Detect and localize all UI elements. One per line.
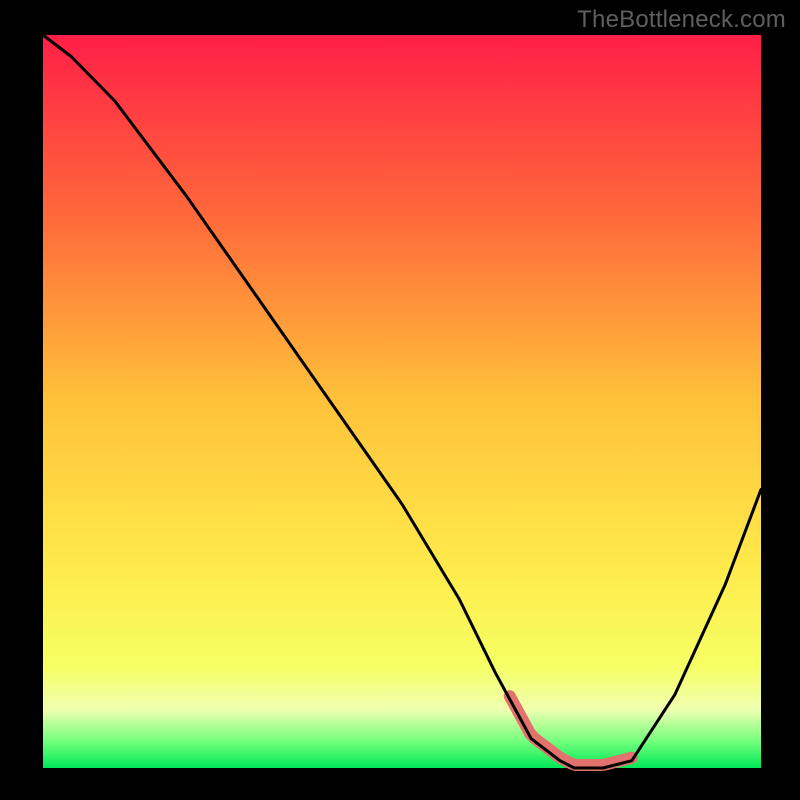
- bottleneck-chart: [0, 0, 800, 800]
- chart-frame: TheBottleneck.com: [0, 0, 800, 800]
- watermark-text: TheBottleneck.com: [577, 6, 786, 34]
- plot-area: [43, 35, 761, 768]
